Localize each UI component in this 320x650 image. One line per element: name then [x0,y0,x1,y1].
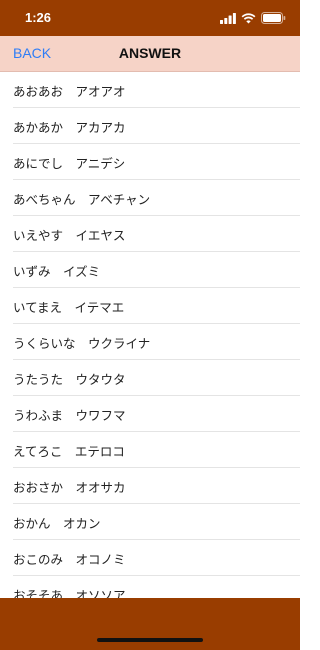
list-item[interactable]: うたうた ウタウタ [0,360,300,396]
list-item[interactable]: いてまえ イテマエ [0,288,300,324]
list-item-label: あべちゃん アベチャン [13,191,151,207]
list-item[interactable]: おこのみ オコノミ [0,540,300,576]
list-item-label: おそそあ オソソア [13,587,126,599]
list-item[interactable]: いずみ イズミ [0,252,300,288]
list-item[interactable]: うわふま ウワフマ [0,396,300,432]
list-item-label: あおあお アオアオ [13,83,126,99]
list-item-label: いずみ イズミ [13,263,101,279]
list-item-label: おかん オカン [13,515,101,531]
list-item-label: うくらいな ウクライナ [13,335,151,351]
list-item[interactable]: あかあか アカアカ [0,108,300,144]
list-item[interactable]: えてろこ エテロコ [0,432,300,468]
answer-list[interactable]: あおあお アオアオ あかあか アカアカ あにでし アニデシ あべちゃん アベチャ… [0,72,300,598]
list-item[interactable]: おそそあ オソソア [0,576,300,599]
home-indicator[interactable] [97,638,203,642]
status-icons [220,12,286,24]
status-bar: 1:26 [0,0,300,36]
signal-icon [220,12,236,24]
list-item[interactable]: あべちゃん アベチャン [0,180,300,216]
list-item-label: あかあか アカアカ [13,119,126,135]
list-item-label: おおさか オオサカ [13,479,126,495]
list-item[interactable]: いえやす イエヤス [0,216,300,252]
list-item-label: いえやす イエヤス [13,227,126,243]
list-item-label: うたうた ウタウタ [13,371,126,387]
list-item-label: うわふま ウワフマ [13,407,126,423]
list-item-label: あにでし アニデシ [13,155,126,171]
wifi-icon [241,12,256,24]
navigation-bar: BACK ANSWER [0,36,300,72]
page-title: ANSWER [118,45,182,61]
list-item-label: いてまえ イテマエ [13,299,125,315]
battery-icon [261,12,286,24]
list-item[interactable]: おかん オカン [0,504,300,540]
list-item-label: えてろこ エテロコ [13,443,125,459]
list-item[interactable]: うくらいな ウクライナ [0,324,300,360]
list-item[interactable]: あにでし アニデシ [0,144,300,180]
list-item[interactable]: おおさか オオサカ [0,468,300,504]
status-time: 1:26 [25,10,52,25]
bottom-bar [0,598,300,650]
list-item[interactable]: あおあお アオアオ [0,72,300,108]
list-item-label: おこのみ オコノミ [13,551,126,567]
